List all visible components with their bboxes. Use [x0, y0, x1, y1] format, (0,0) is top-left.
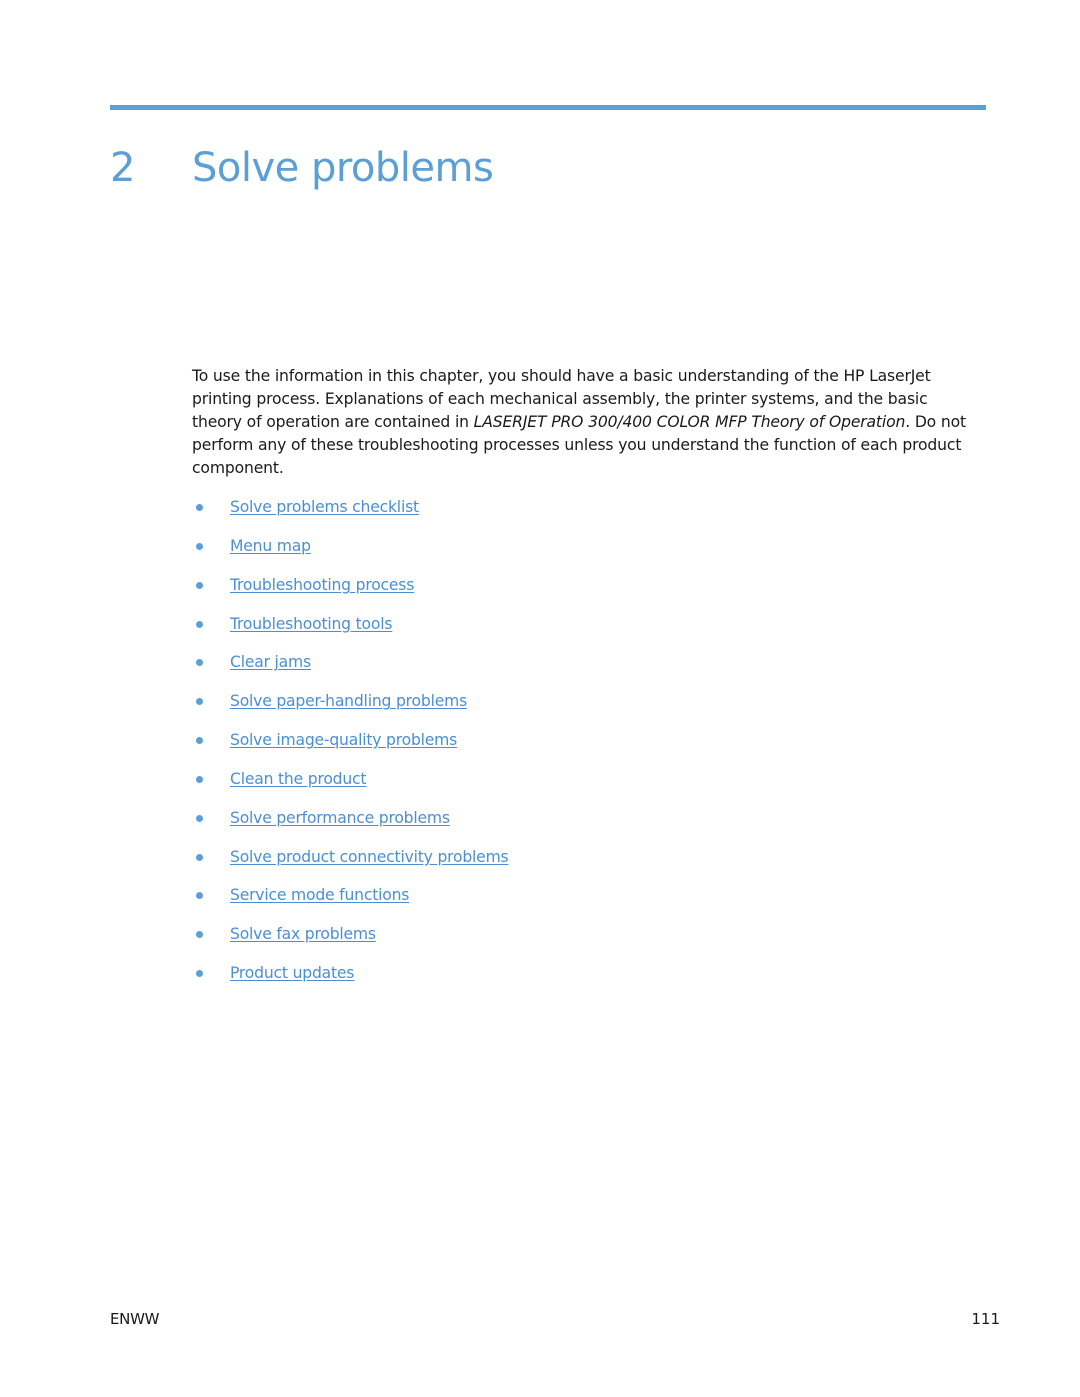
link-troubleshooting-tools[interactable]: Troubleshooting tools [230, 611, 392, 637]
footer-locale-code: ENWW [110, 1310, 160, 1328]
link-menu-map[interactable]: Menu map [230, 533, 311, 559]
link-service-mode-functions[interactable]: Service mode functions [230, 882, 409, 908]
list-item: Menu map [192, 533, 508, 572]
list-item: Solve performance problems [192, 805, 508, 844]
link-product-updates[interactable]: Product updates [230, 960, 354, 986]
bullet-icon [196, 581, 203, 589]
bullet-icon [196, 775, 203, 783]
list-item: Product updates [192, 960, 508, 999]
list-item: Clean the product [192, 766, 508, 805]
link-troubleshooting-process[interactable]: Troubleshooting process [230, 572, 414, 598]
chapter-heading: 2 Solve problems [110, 144, 494, 191]
link-solve-fax-problems[interactable]: Solve fax problems [230, 921, 376, 947]
list-item: Solve fax problems [192, 921, 508, 960]
list-item: Clear jams [192, 649, 508, 688]
intro-book-title: LASERJET PRO 300/400 COLOR MFP Theory of… [473, 413, 906, 431]
bullet-icon [196, 970, 203, 978]
page-number: 111 [971, 1310, 1000, 1328]
chapter-contents-list: Solve problems checklist Menu map Troubl… [192, 494, 509, 999]
link-solve-image-quality-problems[interactable]: Solve image-quality problems [230, 727, 457, 753]
intro-paragraph: To use the information in this chapter, … [192, 365, 982, 480]
link-solve-problems-checklist[interactable]: Solve problems checklist [230, 494, 419, 520]
bullet-icon [196, 892, 203, 900]
link-solve-performance-problems[interactable]: Solve performance problems [230, 805, 450, 831]
list-item: Troubleshooting process [192, 572, 508, 611]
bullet-icon [196, 698, 203, 706]
chapter-rule [110, 105, 986, 110]
bullet-icon [196, 620, 203, 628]
bullet-icon [196, 931, 203, 939]
list-item: Solve image-quality problems [192, 727, 508, 766]
list-item: Solve paper-handling problems [192, 688, 508, 727]
link-clear-jams[interactable]: Clear jams [230, 649, 311, 675]
bullet-icon [196, 504, 203, 511]
bullet-icon [196, 659, 203, 667]
list-item: Troubleshooting tools [192, 611, 508, 650]
list-item: Solve product connectivity problems [192, 844, 509, 883]
bullet-icon [196, 737, 203, 745]
link-clean-the-product[interactable]: Clean the product [230, 766, 367, 792]
link-solve-product-connectivity-problems[interactable]: Solve product connectivity problems [230, 844, 509, 870]
chapter-number: 2 [110, 144, 135, 191]
list-item: Service mode functions [192, 882, 508, 921]
bullet-icon [196, 853, 203, 861]
bullet-icon [196, 542, 203, 550]
bullet-icon [196, 814, 203, 822]
link-solve-paper-handling-problems[interactable]: Solve paper-handling problems [230, 688, 467, 714]
chapter-title: Solve problems [192, 144, 494, 191]
list-item: Solve problems checklist [192, 494, 508, 533]
